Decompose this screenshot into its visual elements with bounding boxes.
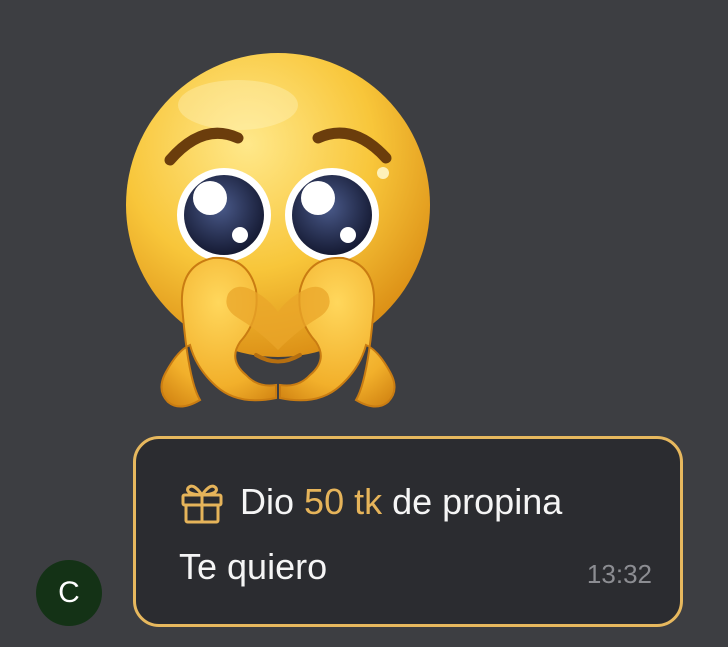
tip-suffix: de propina <box>392 481 563 522</box>
tip-prefix: Dio <box>240 481 295 522</box>
tip-amount: 50 tk <box>304 481 383 522</box>
message-text: Te quiero <box>179 546 328 587</box>
message-bubble[interactable]: Dio 50 tk de propina Te quiero 13:32 <box>133 436 683 627</box>
avatar[interactable]: C <box>36 560 102 626</box>
pleading-face-heart-hands-icon <box>126 53 430 408</box>
tip-notice: Dio 50 tk de propina <box>179 479 562 525</box>
message-timestamp: 13:32 <box>586 559 652 589</box>
avatar-initial: C <box>58 576 80 609</box>
emoji-sticker[interactable] <box>118 50 438 420</box>
gift-icon <box>179 479 225 525</box>
